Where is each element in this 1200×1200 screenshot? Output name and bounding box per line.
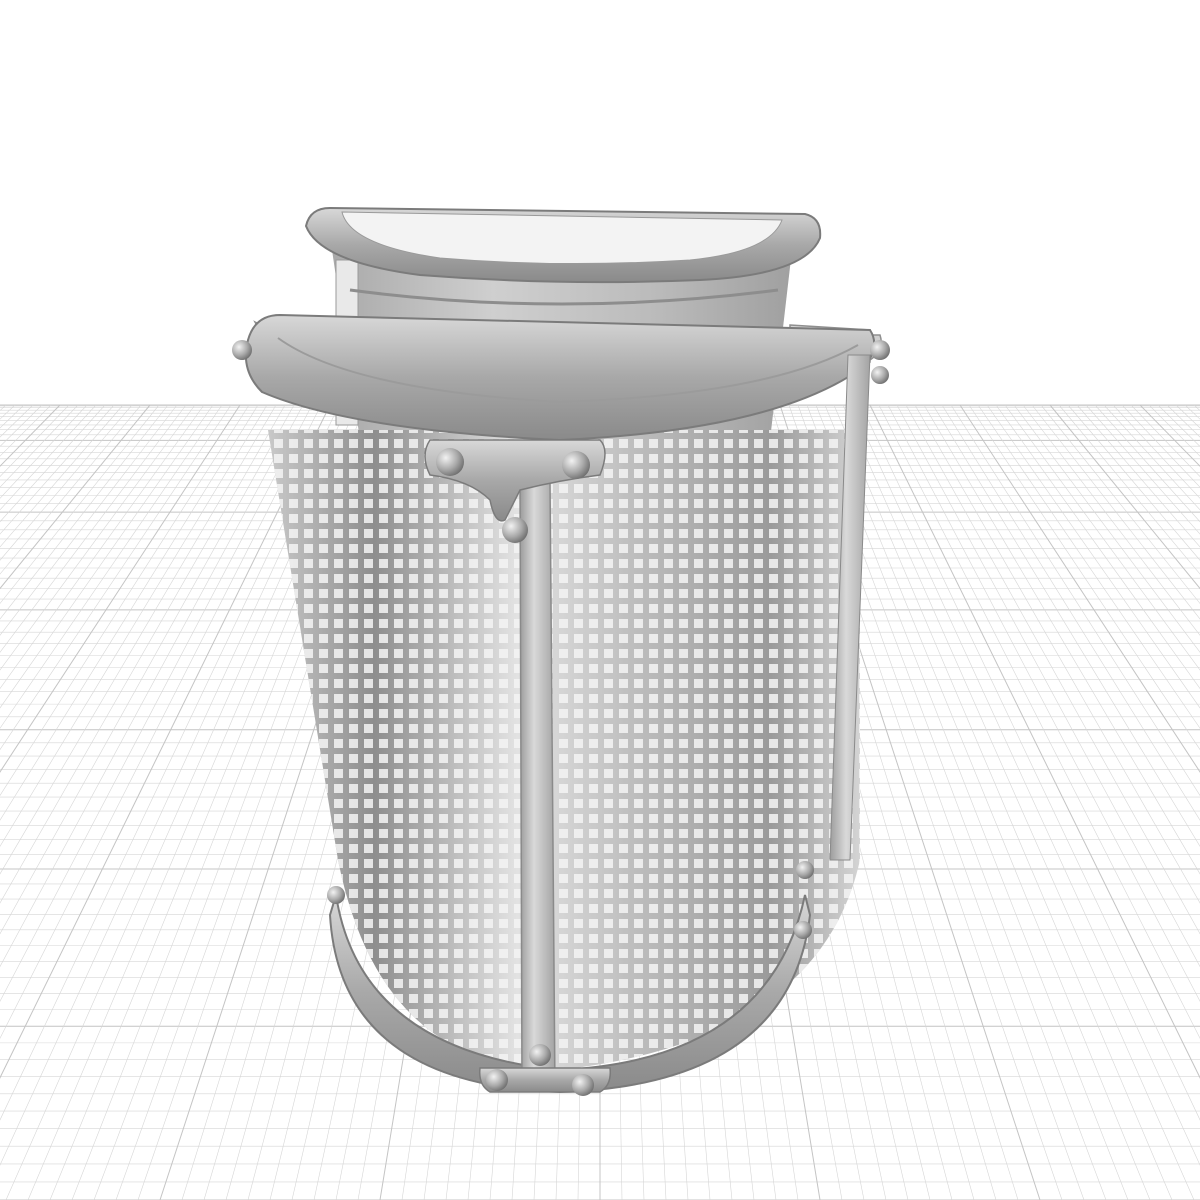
grid-line bbox=[0, 404, 214, 709]
grid-line bbox=[860, 404, 1200, 1121]
grid-line bbox=[1013, 404, 1200, 653]
grid-line bbox=[0, 404, 34, 438]
grid-line bbox=[0, 404, 268, 847]
grid-line bbox=[1193, 404, 1200, 411]
rivet bbox=[232, 340, 252, 360]
grid-line bbox=[0, 404, 7, 411]
grid-line bbox=[0, 404, 286, 904]
grid-line bbox=[0, 404, 142, 575]
grid-line bbox=[887, 404, 1200, 1002]
rivet bbox=[794, 921, 812, 939]
grid-line bbox=[0, 404, 43, 447]
rivet bbox=[529, 1044, 551, 1066]
grid-line bbox=[0, 404, 52, 457]
rivet bbox=[562, 451, 590, 479]
rivet bbox=[870, 340, 890, 360]
grid-line bbox=[0, 404, 250, 797]
grid-line bbox=[1049, 404, 1200, 590]
scene-canvas bbox=[0, 206, 1200, 1200]
grid-line bbox=[950, 404, 1200, 797]
grid-line bbox=[0, 404, 151, 590]
grid-line bbox=[0, 404, 331, 1079]
grid-line bbox=[833, 404, 1173, 1200]
grid-line bbox=[1031, 404, 1200, 620]
grid-line bbox=[0, 404, 322, 1039]
grid-line bbox=[1058, 404, 1200, 575]
grid-line bbox=[0, 404, 187, 653]
grid-line bbox=[0, 404, 16, 420]
grid-line bbox=[0, 404, 304, 968]
rivet bbox=[502, 517, 528, 543]
grid-line bbox=[1184, 404, 1200, 420]
grid-line bbox=[0, 404, 223, 729]
grid-line bbox=[932, 404, 1200, 847]
grid-line bbox=[0, 404, 25, 429]
grid-line bbox=[896, 404, 1200, 968]
rivet bbox=[572, 1074, 594, 1096]
grid-line bbox=[0, 404, 169, 620]
grid-line bbox=[0, 404, 232, 751]
grid-line bbox=[977, 404, 1200, 729]
grid-line bbox=[1157, 404, 1200, 447]
basket-front-strap bbox=[519, 479, 556, 1091]
grid-line bbox=[959, 404, 1200, 773]
grid-line bbox=[0, 404, 79, 488]
grid-line bbox=[1148, 404, 1200, 457]
grid-line bbox=[968, 404, 1200, 751]
grid-line bbox=[869, 404, 1200, 1079]
grid-line bbox=[0, 404, 241, 773]
grid-line bbox=[842, 404, 1195, 1200]
rivet bbox=[327, 886, 345, 904]
grid-line bbox=[878, 404, 1200, 1039]
grid-line bbox=[1103, 404, 1200, 511]
grid-line bbox=[914, 404, 1200, 904]
rivet bbox=[871, 366, 889, 384]
rivet bbox=[486, 1069, 508, 1091]
grid-line bbox=[0, 404, 115, 535]
perforated-basket[interactable] bbox=[232, 313, 890, 1096]
grid-line bbox=[1085, 404, 1200, 535]
grid-line bbox=[0, 404, 97, 511]
grid-line bbox=[1112, 404, 1200, 499]
grid-line bbox=[1175, 404, 1200, 429]
grid-line bbox=[0, 404, 313, 1002]
grid-line bbox=[986, 404, 1200, 709]
rivet bbox=[436, 448, 464, 476]
grid-line bbox=[0, 404, 88, 499]
3d-viewport[interactable] bbox=[0, 0, 1200, 1200]
rivet bbox=[796, 861, 814, 879]
grid-line bbox=[1121, 404, 1200, 488]
grid-line bbox=[824, 404, 1151, 1200]
grid-line bbox=[1166, 404, 1200, 438]
